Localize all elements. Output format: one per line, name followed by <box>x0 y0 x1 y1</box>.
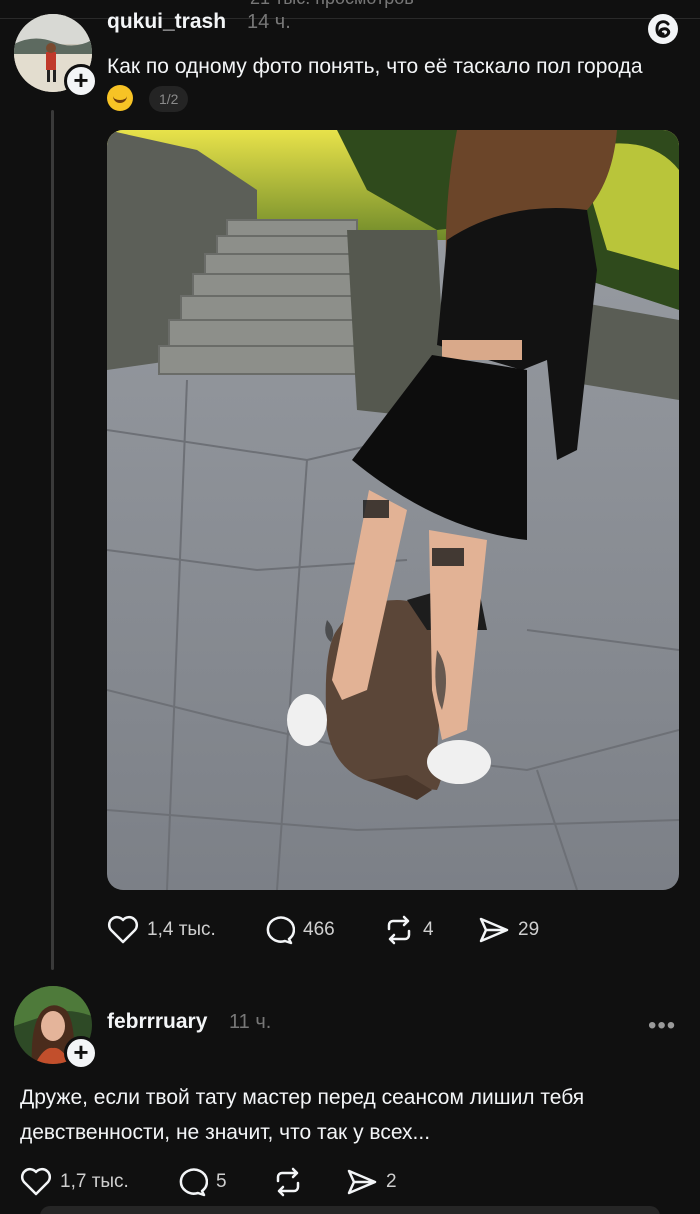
threads-logo-icon[interactable] <box>646 12 680 46</box>
reply-repost-action[interactable] <box>272 1167 312 1197</box>
reply-username[interactable]: febrrruary <box>107 1010 207 1034</box>
send-icon <box>347 1169 377 1195</box>
repost-count: 4 <box>423 919 434 940</box>
like-count: 1,4 тыс. <box>147 919 216 940</box>
like-action[interactable]: 1,4 тыс. <box>107 915 216 945</box>
comment-count: 466 <box>303 919 335 940</box>
share-count: 29 <box>518 919 540 940</box>
repost-icon <box>276 1167 300 1197</box>
reply-time: 11 ч. <box>229 1011 272 1033</box>
post-photo[interactable] <box>107 130 679 890</box>
heart-icon <box>107 915 139 944</box>
post-time: 14 ч. <box>247 11 291 33</box>
reply-like-count: 1,7 тыс. <box>60 1171 129 1192</box>
reply-follow-plus-button[interactable]: + <box>64 1036 98 1070</box>
bottom-composer-bar[interactable] <box>40 1206 660 1214</box>
post-username[interactable]: qukui_trash <box>107 10 226 34</box>
post-text-content: Как по одному фото понять, что её таскал… <box>107 55 643 78</box>
share-action[interactable]: 29 <box>478 915 539 945</box>
reply-comment-action[interactable]: 5 <box>176 1167 227 1197</box>
views-count: 21 тыс. просмотров <box>250 0 414 9</box>
thread-connector <box>51 110 54 970</box>
follow-plus-button[interactable]: + <box>64 64 98 98</box>
comment-icon <box>266 916 295 945</box>
comment-action[interactable]: 466 <box>263 915 335 945</box>
reply-text: Друже, если твой тату мастер перед сеанс… <box>20 1086 585 1144</box>
reply-share-count: 2 <box>386 1171 397 1192</box>
rofl-emoji-icon <box>107 85 133 111</box>
top-divider <box>0 18 700 19</box>
reply-comment-count: 5 <box>216 1171 227 1192</box>
repost-action[interactable]: 4 <box>383 915 434 945</box>
reply-like-action[interactable]: 1,7 тыс. <box>20 1167 129 1197</box>
more-options-icon[interactable]: ••• <box>648 1012 676 1040</box>
views-bar: 21 тыс. просмотров <box>0 0 700 20</box>
post-text: Как по одному фото понять, что её таскал… <box>107 50 667 118</box>
comment-icon <box>179 1168 208 1197</box>
page-indicator: 1/2 <box>149 86 189 112</box>
send-icon <box>479 917 509 943</box>
heart-icon <box>20 1167 52 1196</box>
repost-icon <box>387 915 411 945</box>
reply-share-action[interactable]: 2 <box>346 1167 397 1197</box>
